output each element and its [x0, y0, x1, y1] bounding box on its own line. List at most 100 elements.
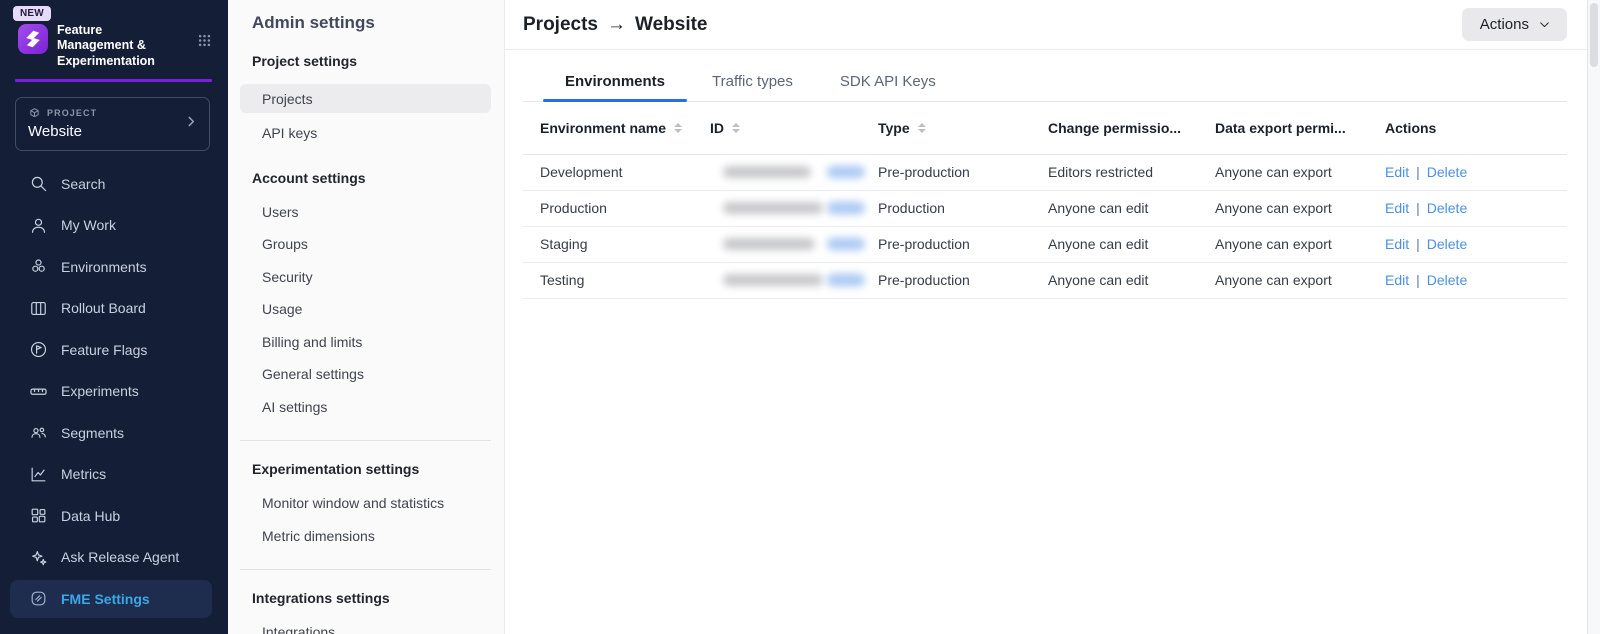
product-name: Feature Management & Experimentation [57, 23, 175, 69]
sidebar-item-data-hub[interactable]: Data Hub [10, 497, 212, 535]
change-permissions-cell: Editors restricted [1048, 154, 1215, 190]
link-separator: | [1416, 164, 1420, 180]
environment-row: TestingPre-productionAnyone can editAnyo… [523, 262, 1567, 298]
environments-table: Environment nameIDTypeChange permissio..… [523, 102, 1567, 299]
redacted-id [723, 202, 823, 214]
data-export-permissions-cell: Anyone can export [1215, 262, 1385, 298]
column-header-data-export-permi: Data export permi... [1215, 102, 1385, 154]
sidebar-item-rollout-board[interactable]: Rollout Board [10, 289, 212, 327]
admin-settings-title: Admin settings [252, 13, 504, 33]
admin-item-projects[interactable]: Projects [240, 84, 491, 113]
actions-cell: Edit | Delete [1385, 154, 1567, 190]
environments-icon [28, 257, 48, 277]
scrollbar-thumb[interactable] [1590, 3, 1598, 67]
environment-name-cell: Testing [523, 262, 710, 298]
edit-link[interactable]: Edit [1385, 200, 1409, 216]
column-header-type[interactable]: Type [878, 102, 1048, 154]
section-divider [240, 440, 491, 441]
split-logo-icon [18, 24, 48, 54]
admin-item-users[interactable]: Users [240, 196, 491, 229]
column-header-actions: Actions [1385, 102, 1567, 154]
copy-id-chip[interactable] [827, 202, 865, 215]
sort-icon[interactable] [732, 123, 740, 133]
admin-item-billing-and-limits[interactable]: Billing and limits [240, 326, 491, 359]
section-divider [240, 569, 491, 570]
section-heading-project-settings: Project settings [252, 53, 504, 69]
environment-id-cell [710, 190, 878, 226]
column-header-id[interactable]: ID [710, 102, 878, 154]
link-separator: | [1416, 200, 1420, 216]
environment-row: Development Pre-productionEditors restric… [523, 154, 1567, 190]
column-header-change-permissio: Change permissio... [1048, 102, 1215, 154]
chart-icon [28, 464, 48, 484]
page-header: Projects → Website Actions [505, 0, 1600, 50]
section-heading-experimentation-settings: Experimentation settings [252, 461, 504, 477]
edit-link[interactable]: Edit [1385, 272, 1409, 288]
sidebar-item-segments[interactable]: Segments [10, 414, 212, 452]
chevron-right-icon [184, 114, 198, 133]
copy-id-chip[interactable] [827, 238, 865, 251]
column-header-environment-name[interactable]: Environment name [523, 102, 710, 154]
admin-item-usage[interactable]: Usage [240, 293, 491, 326]
environment-id-cell [710, 226, 878, 262]
admin-item-monitor-window-and-statistics[interactable]: Monitor window and statistics [240, 487, 491, 520]
admin-item-groups[interactable]: Groups [240, 228, 491, 261]
admin-item-security[interactable]: Security [240, 261, 491, 294]
breadcrumb-page: Website [635, 14, 708, 36]
ruler-icon [28, 381, 48, 401]
tab-traffic-types[interactable]: Traffic types [690, 60, 815, 101]
delete-link[interactable]: Delete [1427, 200, 1467, 216]
people-icon [28, 423, 48, 443]
sort-icon[interactable] [918, 123, 926, 133]
flag-icon [28, 340, 48, 360]
data-export-permissions-cell: Anyone can export [1215, 190, 1385, 226]
delete-link[interactable]: Delete [1427, 272, 1467, 288]
sort-icon[interactable] [674, 123, 682, 133]
environment-name-cell: Production [523, 190, 710, 226]
sidebar-item-fme-settings[interactable]: FME Settings [10, 580, 212, 618]
edit-link[interactable]: Edit [1385, 164, 1409, 180]
tab-environments[interactable]: Environments [543, 60, 687, 101]
section-heading-account-settings: Account settings [252, 170, 504, 186]
chevron-down-icon [1538, 18, 1551, 31]
sidebar-item-search[interactable]: Search [10, 165, 212, 203]
delete-link[interactable]: Delete [1427, 236, 1467, 252]
split-icon [28, 589, 48, 609]
environment-id-cell [710, 154, 878, 190]
apps-grid-icon[interactable] [197, 33, 212, 48]
brand-block: NEW Feature Management & Experimentation [0, 0, 228, 69]
sidebar-item-ask-release-agent[interactable]: Ask Release Agent [10, 538, 212, 576]
page-title: Projects → Website [523, 14, 708, 36]
delete-link[interactable]: Delete [1427, 164, 1467, 180]
actions-button[interactable]: Actions [1462, 8, 1567, 41]
sidebar-item-experiments[interactable]: Experiments [10, 372, 212, 410]
sidebar-item-feature-flags[interactable]: Feature Flags [10, 331, 212, 369]
sidebar-item-environments[interactable]: Environments [10, 248, 212, 286]
environment-type-cell: Pre-production [878, 154, 1048, 190]
admin-item-ai-settings[interactable]: AI settings [240, 391, 491, 424]
redacted-id [723, 274, 823, 286]
admin-item-integrations[interactable]: Integrations [240, 616, 491, 634]
change-permissions-cell: Anyone can edit [1048, 226, 1215, 262]
environment-name-cell: Development [523, 154, 710, 190]
edit-link[interactable]: Edit [1385, 236, 1409, 252]
environment-row: ProductionProductionAnyone can editAnyon… [523, 190, 1567, 226]
change-permissions-cell: Anyone can edit [1048, 262, 1215, 298]
project-selector[interactable]: PROJECT Website [15, 97, 210, 151]
tab-bar: EnvironmentsTraffic typesSDK API Keys [523, 60, 1567, 102]
admin-item-api-keys[interactable]: API keys [240, 117, 491, 150]
admin-item-metric-dimensions[interactable]: Metric dimensions [240, 520, 491, 553]
redacted-id [723, 166, 811, 178]
user-icon [28, 215, 48, 235]
data-export-permissions-cell: Anyone can export [1215, 154, 1385, 190]
copy-id-chip[interactable] [827, 274, 865, 287]
app-sidebar: NEW Feature Management & Experimentation [0, 0, 228, 634]
admin-item-general-settings[interactable]: General settings [240, 358, 491, 391]
tab-sdk-api-keys[interactable]: SDK API Keys [818, 60, 958, 101]
sidebar-item-my-work[interactable]: My Work [10, 206, 212, 244]
sidebar-item-metrics[interactable]: Metrics [10, 455, 212, 493]
cube-icon [28, 107, 41, 120]
copy-id-chip[interactable] [827, 166, 865, 179]
app-nav: SearchMy Work EnvironmentsRollout Board Fe… [0, 165, 228, 618]
link-separator: | [1416, 236, 1420, 252]
